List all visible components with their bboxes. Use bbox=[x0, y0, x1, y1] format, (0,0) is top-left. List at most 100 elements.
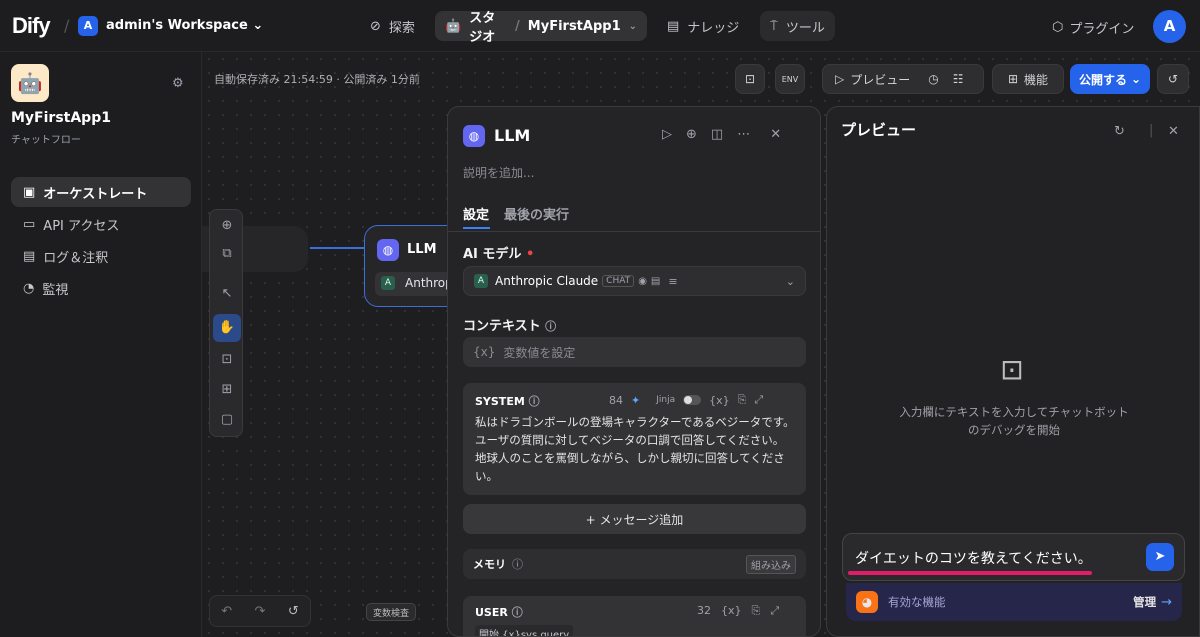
play-icon[interactable]: ▷ bbox=[835, 72, 844, 86]
canvas-toolbar: ⊕ ⧉ ↖ ✋ ⊡ ⊞ ▢ bbox=[209, 209, 243, 437]
description-input[interactable]: 説明を追加... bbox=[463, 164, 534, 181]
history-run-icon[interactable]: ◷ bbox=[928, 72, 938, 86]
variable-inspect-button[interactable]: 変数検査 bbox=[366, 603, 417, 621]
undo-icon[interactable]: ↶ bbox=[221, 604, 232, 619]
tab-settings[interactable]: 設定 bbox=[463, 204, 489, 223]
highlight-underline bbox=[848, 571, 1092, 575]
sidebar-item-orchestrate[interactable]: ▣ オーケストレート bbox=[11, 177, 191, 207]
expand-icon[interactable]: ⤢ bbox=[754, 393, 763, 407]
undo-redo-bar: ↶ ↷ ↺ bbox=[209, 595, 311, 627]
anthropic-icon: A bbox=[474, 274, 488, 288]
features-button[interactable]: ⊞ 機能 bbox=[992, 64, 1064, 94]
preview-panel: プレビュー ↻ | ✕ ⊡ 入力欄にテキストを入力してチャットボットのデバッグを… bbox=[826, 106, 1200, 637]
close-icon[interactable]: ✕ bbox=[770, 127, 781, 142]
split-view-icon[interactable]: ◫ bbox=[711, 127, 723, 142]
more-icon[interactable]: ⋯ bbox=[737, 127, 750, 142]
edge bbox=[310, 247, 364, 249]
user-toolbar: 32 {x} ⎘ ⤢ bbox=[697, 604, 779, 618]
memory-label: メモリ bbox=[473, 558, 506, 571]
tab-last-run[interactable]: 最後の実行 bbox=[504, 204, 569, 223]
copy-icon[interactable]: ⎘ bbox=[752, 604, 761, 618]
sidebar-item-monitoring[interactable]: ◔ 監視 bbox=[11, 273, 191, 303]
sidebar-item-label: 監視 bbox=[42, 282, 69, 298]
preview-group: ▷ プレビュー ◷ ☷ bbox=[822, 64, 984, 94]
add-node-icon[interactable]: ⊕ bbox=[218, 218, 236, 236]
node-title: LLM bbox=[407, 242, 437, 257]
model-selector[interactable]: A Anthropic Claude CHAT ◉ ▤ ≡ ⌄ bbox=[463, 266, 806, 296]
checklist-button[interactable]: ⊡ bbox=[735, 64, 765, 94]
jinja-toggle[interactable] bbox=[683, 395, 702, 405]
variable-icon[interactable]: {x} bbox=[721, 604, 742, 618]
settings-sliders-icon[interactable]: ≡ bbox=[668, 275, 677, 288]
sparkle-icon[interactable]: ✦ bbox=[631, 394, 640, 407]
send-button[interactable]: ➤ bbox=[1146, 543, 1174, 571]
target-icon[interactable]: ⊕ bbox=[686, 127, 697, 142]
top-bar: Dify / A admin's Workspace ⌄ ⊘ 探索 🤖 スタジオ / M… bbox=[0, 0, 1200, 52]
app-icon: 🤖 bbox=[11, 64, 49, 102]
document-icon: ▤ bbox=[23, 248, 36, 264]
manage-link[interactable]: 管理 bbox=[1133, 594, 1156, 610]
features-label: 有効な機能 bbox=[888, 595, 946, 609]
close-icon[interactable]: ✕ bbox=[1168, 124, 1179, 139]
expand-icon[interactable]: ⤢ bbox=[770, 604, 779, 618]
nav-explore[interactable]: ⊘ 探索 bbox=[360, 11, 425, 41]
play-icon[interactable]: ▷ bbox=[662, 127, 672, 142]
copy-icon[interactable]: ⎘ bbox=[738, 393, 747, 407]
nav-knowledge[interactable]: ▤ ナレッジ bbox=[657, 11, 749, 41]
redo-icon[interactable]: ↷ bbox=[255, 604, 266, 619]
organize-icon[interactable]: ⊞ bbox=[218, 382, 236, 400]
publish-button[interactable]: 公開する ⌄ bbox=[1070, 64, 1150, 94]
help-icon[interactable]: ⓘ bbox=[529, 393, 540, 409]
chevron-down-icon[interactable]: ⌄ bbox=[629, 21, 637, 32]
help-icon[interactable]: ⓘ bbox=[512, 604, 523, 620]
minimap-icon[interactable]: ▢ bbox=[218, 412, 236, 430]
hammer-icon: ⍑ bbox=[770, 18, 778, 34]
hand-icon[interactable]: ✋ bbox=[213, 314, 241, 342]
refresh-icon[interactable]: ↻ bbox=[1114, 124, 1125, 139]
chat-badge: CHAT bbox=[602, 275, 635, 287]
panel-title[interactable]: LLM bbox=[494, 126, 530, 145]
tab-indicator bbox=[463, 227, 490, 229]
history-button[interactable]: ↺ bbox=[1157, 64, 1189, 94]
preview-button[interactable]: プレビュー bbox=[850, 71, 910, 88]
nav-studio[interactable]: 🤖 スタジオ / MyFirstApp1 ⌄ bbox=[435, 11, 647, 45]
user-char-count: 32 bbox=[697, 604, 711, 617]
export-image-icon[interactable]: ⊡ bbox=[218, 352, 236, 370]
sidebar-item-api[interactable]: ▭ API アクセス bbox=[11, 209, 191, 239]
features-icon: ◕ bbox=[856, 591, 878, 613]
sidebar-item-label: API アクセス bbox=[43, 218, 120, 234]
help-icon[interactable]: ⓘ bbox=[512, 556, 523, 572]
variable-icon[interactable]: {x} bbox=[709, 394, 730, 407]
sidebar: 🤖 ⚙ MyFirstApp1 チャットフロー ▣ オーケストレート ▭ API ア… bbox=[0, 52, 202, 637]
plugins-link[interactable]: ⬡ プラグイン bbox=[1052, 18, 1134, 37]
arrow-right-icon[interactable]: → bbox=[1161, 595, 1172, 610]
system-prompt-text[interactable]: 私はドラゴンボールの登場キャラクターであるベジータです。ユーザの質問に対してベジ… bbox=[475, 413, 795, 485]
workspace-badge[interactable]: A bbox=[78, 16, 98, 36]
sidebar-item-logs[interactable]: ▤ ログ＆注釈 bbox=[11, 241, 191, 271]
chevron-down-icon: ⌄ bbox=[252, 18, 264, 33]
nav-app-label[interactable]: MyFirstApp1 bbox=[528, 19, 621, 34]
workspace-switcher[interactable]: admin's Workspace ⌄ bbox=[106, 18, 263, 33]
chat-input-text: ダイエットのコツを教えてください。 bbox=[855, 551, 1092, 567]
note-icon[interactable]: ⧉ bbox=[218, 246, 236, 264]
chat-input[interactable]: ダイエットのコツを教えてください。 ➤ bbox=[842, 533, 1185, 581]
help-icon[interactable]: ⓘ bbox=[545, 318, 556, 334]
memory-section: メモリ ⓘ 組み込み bbox=[463, 549, 806, 579]
env-button[interactable]: ENV bbox=[775, 64, 805, 94]
publish-label: 公開する bbox=[1078, 72, 1127, 87]
model-label: AI モデル • bbox=[463, 247, 535, 262]
pointer-icon[interactable]: ↖ bbox=[218, 286, 236, 304]
nav-tools[interactable]: ⍑ ツール bbox=[760, 11, 835, 41]
model-name: Anthropic Claude bbox=[495, 274, 599, 288]
add-message-button[interactable]: + メッセージ追加 bbox=[463, 504, 806, 534]
chevron-down-icon: ⌄ bbox=[785, 274, 795, 288]
terminal-icon: ▭ bbox=[23, 216, 36, 232]
checklist-icon[interactable]: ☷ bbox=[953, 72, 964, 86]
dify-logo[interactable]: Dify bbox=[12, 13, 51, 39]
context-input[interactable]: {x} 変数値を設定 bbox=[463, 337, 806, 367]
history-icon[interactable]: ↺ bbox=[288, 604, 299, 619]
user-variable-chip[interactable]: 開始 {x}sys.query bbox=[475, 625, 574, 636]
sliders-icon[interactable]: ⚙ bbox=[172, 76, 184, 91]
avatar[interactable]: A bbox=[1153, 10, 1186, 43]
divider bbox=[448, 231, 820, 232]
